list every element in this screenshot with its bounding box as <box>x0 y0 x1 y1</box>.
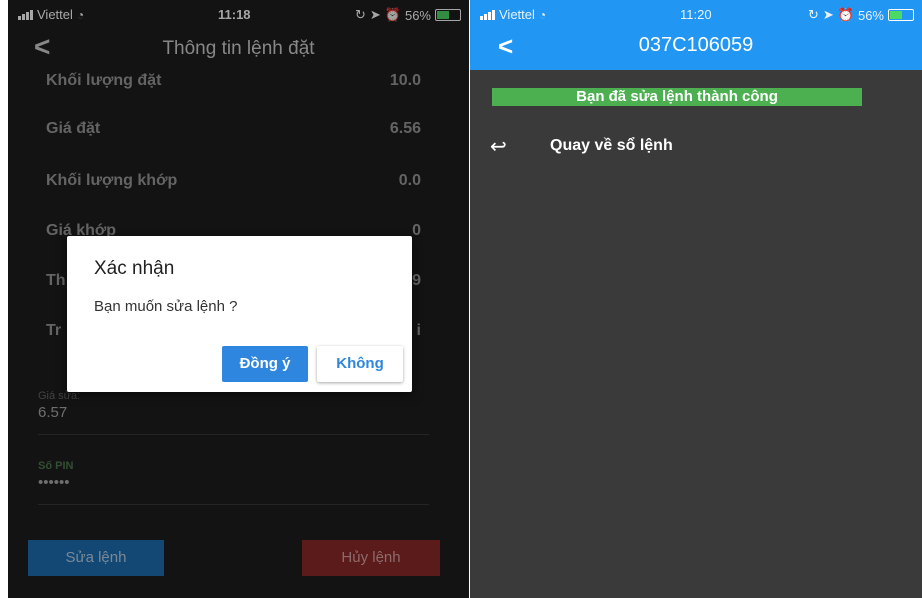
back-to-orderbook-link[interactable]: ↩ Quay về sổ lệnh <box>490 134 673 158</box>
return-arrow-icon: ↩ <box>490 135 507 158</box>
header-bar: Viettel ◔ 11:20 ↻ ➤ ⏰ 56% < 037C106059 <box>470 0 922 70</box>
back-to-orderbook-label: Quay về sổ lệnh <box>550 137 673 154</box>
order-id-title: 037C106059 <box>638 34 754 56</box>
lock-rotation-icon: ↻ <box>807 7 819 22</box>
left-screen: Viettel ◔ 11:18 ↻ ➤ ⏰ 56% < Thông tin lệ… <box>8 0 469 598</box>
status-time: 11:20 <box>680 7 712 22</box>
alarm-icon: ⏰ <box>837 7 854 22</box>
location-icon: ➤ <box>822 7 834 22</box>
right-screen: Viettel ◔ 11:20 ↻ ➤ ⏰ 56% < 037C106059 B… <box>470 0 922 598</box>
battery-percent: 56% <box>857 7 884 23</box>
confirm-dialog: Xác nhận Bạn muốn sửa lệnh ? Đồng ý Khôn… <box>67 236 412 392</box>
dialog-message: Bạn muốn sửa lệnh ? <box>94 298 238 315</box>
dialog-title: Xác nhận <box>94 258 175 279</box>
status-bar: Viettel ◔ 11:20 ↻ ➤ ⏰ 56% <box>470 0 922 28</box>
carrier-name: Viettel <box>499 7 535 22</box>
battery-icon <box>888 9 914 21</box>
wifi-icon: ◔ <box>538 7 547 22</box>
decline-button[interactable]: Không <box>317 346 403 382</box>
success-banner: Bạn đã sửa lệnh thành công <box>492 88 862 106</box>
confirm-button[interactable]: Đồng ý <box>222 346 308 382</box>
signal-icon <box>480 9 495 20</box>
